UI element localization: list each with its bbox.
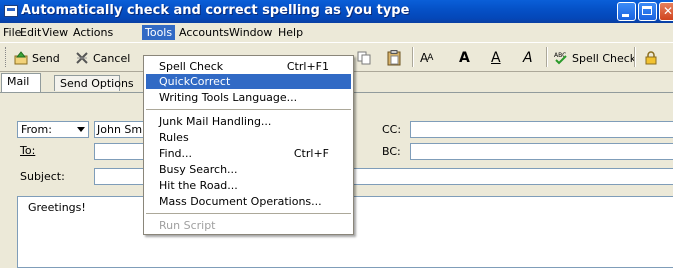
tab-mail[interactable]: Mail	[1, 73, 41, 92]
paste-icon	[386, 50, 402, 66]
shrink-font-label: A	[420, 51, 428, 65]
menu-item-label: Run Script	[159, 219, 216, 232]
menu-help[interactable]: Help	[275, 25, 306, 40]
maximize-icon	[639, 3, 656, 20]
menu-item-rules[interactable]: Rules	[146, 130, 351, 145]
menu-tools[interactable]: Tools	[142, 25, 176, 40]
send-button[interactable]: Send	[14, 48, 60, 68]
to-label-text: To:	[20, 144, 36, 157]
shrink-font-small-label: A	[427, 53, 433, 63]
underline-label: A	[491, 50, 501, 66]
cancel-label: Cancel	[93, 51, 131, 65]
menu-view[interactable]: View	[39, 25, 71, 40]
maximize-button[interactable]	[638, 2, 657, 21]
to-label: To:	[20, 144, 35, 157]
tab-send-options[interactable]: Send Options	[54, 75, 134, 91]
menu-accounts[interactable]: Accounts	[176, 25, 232, 40]
from-dropdown[interactable]: From:	[17, 121, 89, 138]
menu-item-spell-check[interactable]: Spell Check Ctrl+F1	[146, 59, 351, 74]
toolbar-separator	[412, 47, 414, 67]
menu-item-writing-tools-language[interactable]: Writing Tools Language...	[146, 90, 351, 105]
bc-label: BC:	[382, 145, 401, 158]
menu-separator	[146, 109, 351, 110]
from-label: From:	[21, 123, 52, 136]
from-value: John Smit	[97, 123, 150, 136]
lock-button[interactable]	[644, 48, 662, 68]
close-button[interactable]	[659, 2, 673, 21]
dropdown-arrow-icon	[77, 127, 85, 132]
toolbar-separator-2	[546, 47, 548, 67]
menu-item-run-script: Run Script	[146, 218, 351, 233]
paste-button[interactable]	[386, 48, 406, 68]
body-text: Greetings!	[28, 201, 86, 214]
lock-icon	[644, 51, 658, 65]
menu-item-label: Find...	[159, 147, 193, 160]
menu-window[interactable]: Window	[226, 25, 275, 40]
minimize-icon	[618, 3, 635, 20]
close-icon	[660, 3, 673, 20]
cc-field[interactable]	[410, 121, 673, 138]
menu-item-hit-the-road[interactable]: Hit the Road...	[146, 178, 351, 193]
spell-check-label: Spell Check	[572, 51, 637, 65]
spell-check-icon: ABC	[554, 51, 568, 65]
menu-item-label: Writing Tools Language...	[159, 91, 298, 104]
spell-check-button[interactable]: ABC Spell Check	[554, 48, 636, 68]
cancel-button[interactable]: Cancel	[75, 48, 130, 68]
menu-item-busy-search[interactable]: Busy Search...	[146, 162, 351, 177]
copy-icon	[357, 51, 371, 65]
copy-button[interactable]	[357, 48, 375, 68]
shrink-font-button[interactable]: AA	[420, 48, 433, 68]
window-title: Automatically check and correct spelling…	[21, 3, 410, 18]
italic-button[interactable]: A	[523, 48, 533, 68]
menu-item-label: Junk Mail Handling...	[159, 115, 272, 128]
send-icon	[14, 51, 28, 65]
minimize-button[interactable]	[617, 2, 636, 21]
bc-field[interactable]	[410, 143, 673, 160]
cc-label: CC:	[382, 123, 402, 136]
toolbar-grip[interactable]	[5, 47, 9, 67]
cancel-icon	[75, 51, 89, 65]
underline-button[interactable]: A	[491, 48, 501, 68]
italic-label: A	[523, 50, 533, 66]
tools-menu: Spell Check Ctrl+F1 QuickCorrect Writing …	[143, 55, 354, 235]
menu-separator	[146, 213, 351, 214]
title-bar[interactable]: Automatically check and correct spelling…	[0, 0, 673, 23]
menu-item-quickcorrect[interactable]: QuickCorrect	[146, 74, 351, 89]
menu-item-label: Busy Search...	[159, 163, 238, 176]
menu-item-find[interactable]: Find... Ctrl+F	[146, 146, 351, 161]
bold-label: A	[459, 50, 470, 66]
bold-button[interactable]: A	[459, 48, 470, 68]
menu-item-label: Mass Document Operations...	[159, 195, 322, 208]
menu-item-junk-mail-handling[interactable]: Junk Mail Handling...	[146, 114, 351, 129]
app-icon	[4, 5, 18, 17]
menu-item-label: Hit the Road...	[159, 179, 238, 192]
toolbar-separator-3	[634, 47, 636, 67]
menu-item-mass-document-operations[interactable]: Mass Document Operations...	[146, 194, 351, 209]
menu-item-label: QuickCorrect	[159, 75, 231, 88]
menu-item-label: Spell Check	[159, 60, 224, 73]
menu-item-label: Rules	[159, 131, 189, 144]
menu-actions[interactable]: Actions	[70, 25, 116, 40]
subject-label: Subject:	[20, 170, 65, 183]
menu-item-shortcut: Ctrl+F	[293, 147, 329, 160]
menu-item-shortcut: Ctrl+F1	[286, 60, 329, 73]
send-label: Send	[32, 51, 60, 65]
menu-bar: File Edit View Actions Tools Accounts Wi…	[0, 23, 673, 41]
